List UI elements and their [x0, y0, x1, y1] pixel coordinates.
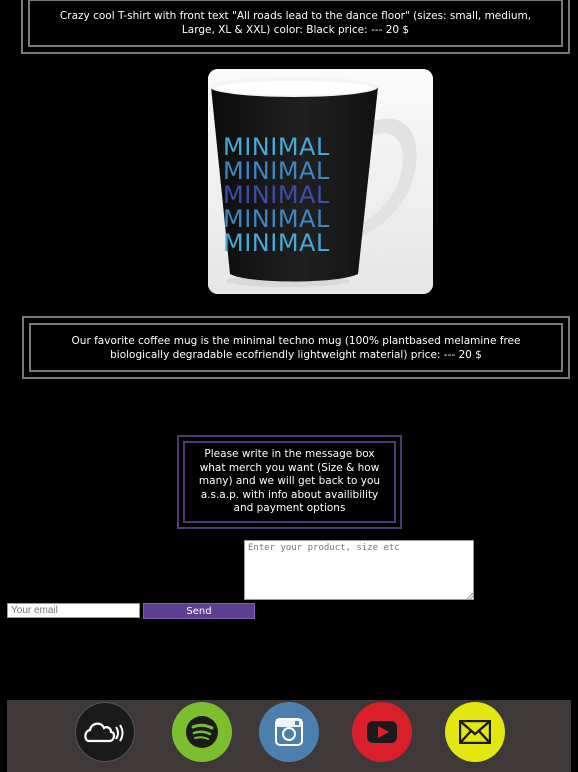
email-input[interactable] — [7, 603, 140, 618]
mug-print: MINIMAL MINIMAL MINIMAL MINIMAL MINIMAL — [223, 133, 330, 257]
order-instructions: Please write in the message box what mer… — [183, 441, 396, 523]
svg-text:MINIMAL: MINIMAL — [223, 229, 330, 257]
spotify-link[interactable] — [172, 702, 232, 762]
instagram-link[interactable] — [259, 702, 319, 762]
email-icon — [459, 720, 491, 744]
tshirt-description: Crazy cool T-shirt with front text "All … — [28, 0, 563, 47]
email-link[interactable] — [445, 702, 505, 762]
product-message-textarea[interactable] — [244, 540, 474, 600]
instagram-icon — [275, 718, 303, 746]
spotify-icon — [186, 716, 218, 748]
send-button[interactable]: Send — [143, 603, 255, 619]
minimal-mug-image: MINIMAL MINIMAL MINIMAL MINIMAL MINIMAL — [208, 69, 433, 294]
youtube-link[interactable] — [352, 702, 412, 762]
order-instructions-frame: Please write in the message box what mer… — [177, 435, 402, 529]
tshirt-description-frame: Crazy cool T-shirt with front text "All … — [21, 0, 570, 54]
soundcloud-icon — [84, 722, 124, 743]
mug-description-frame: Our favorite coffee mug is the minimal t… — [22, 316, 570, 379]
soundcloud-link[interactable] — [75, 702, 135, 762]
youtube-icon — [367, 721, 397, 743]
mug-description: Our favorite coffee mug is the minimal t… — [29, 323, 563, 372]
social-footer — [7, 700, 571, 772]
